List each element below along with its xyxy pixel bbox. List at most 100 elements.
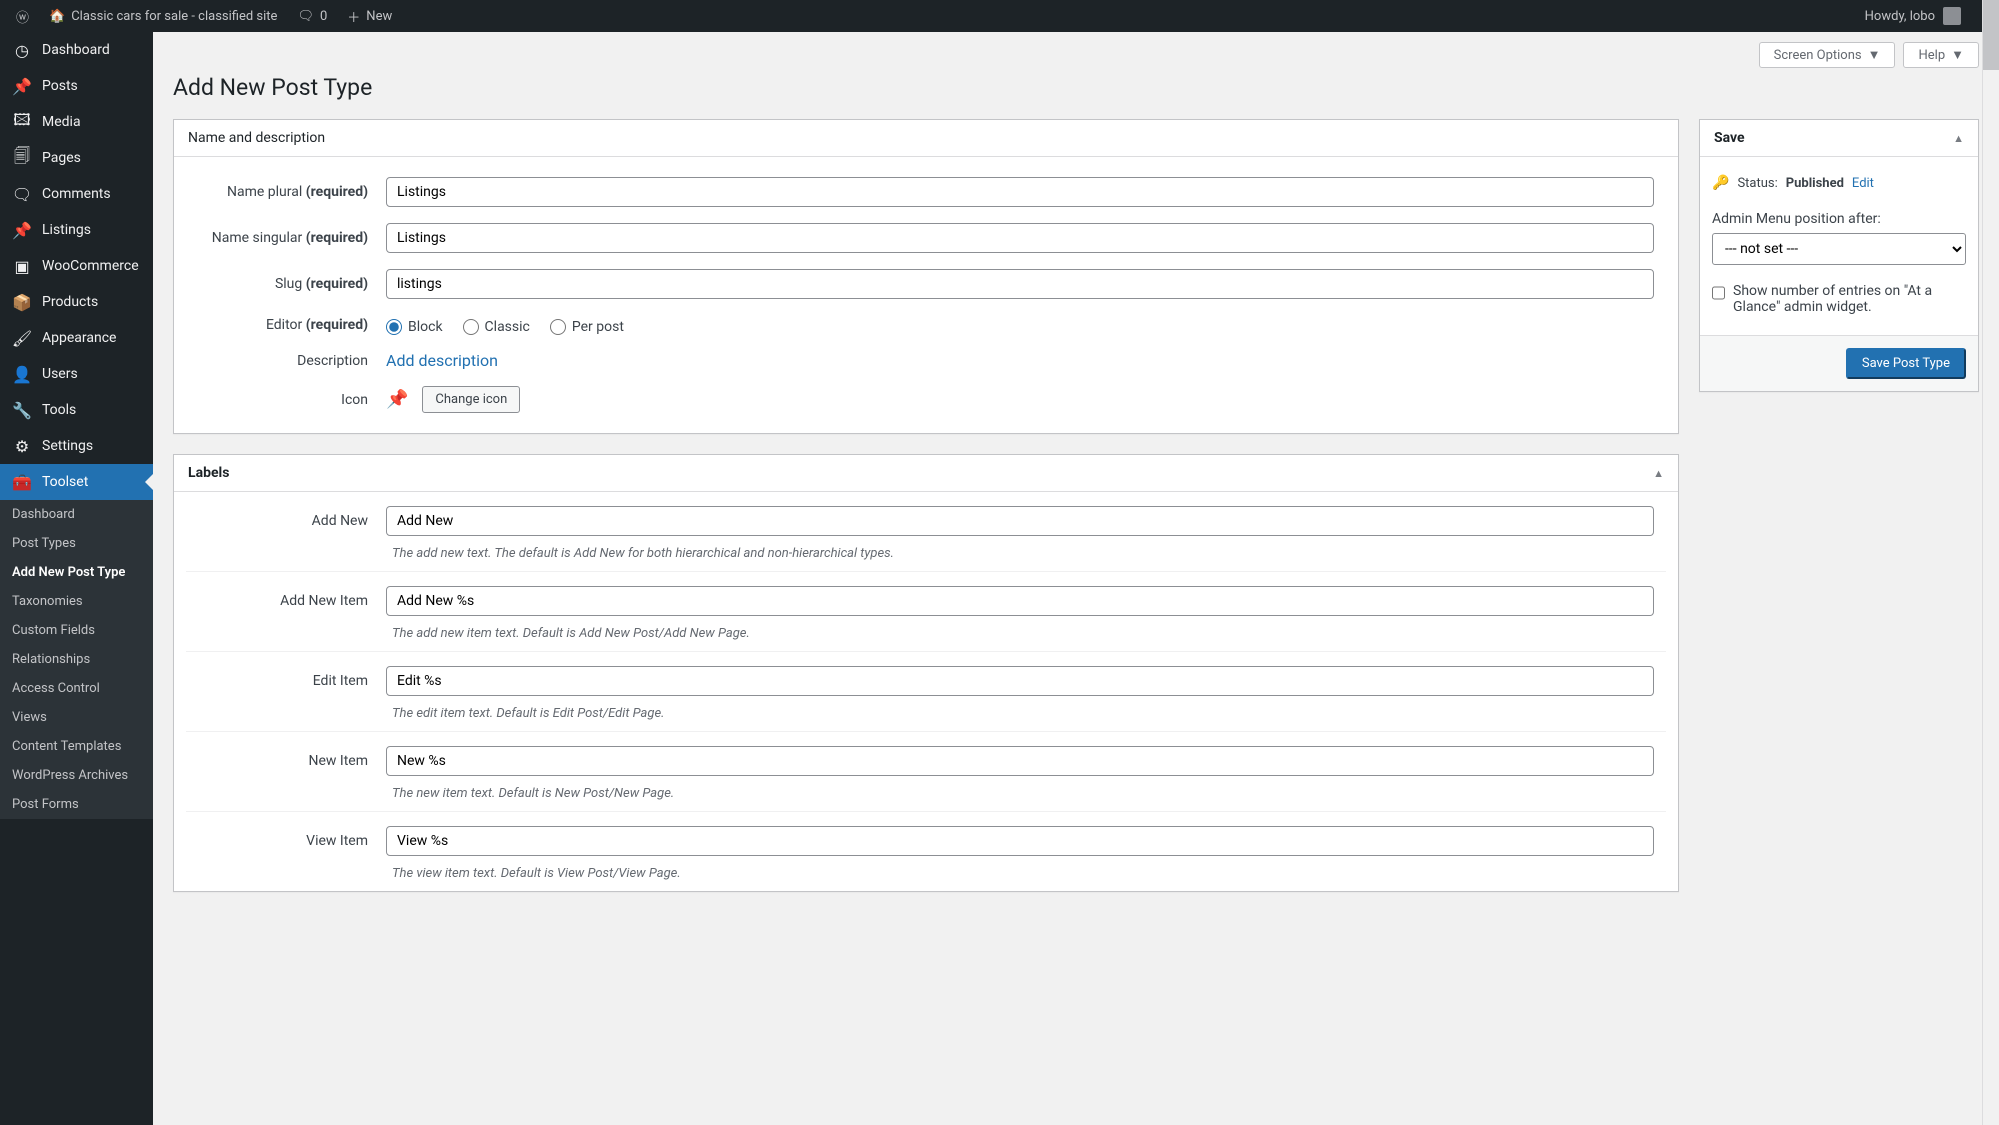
collapse-icon[interactable]: ▲ [1953, 132, 1964, 145]
labels-panel: Labels▲ Add New The add new text. The de… [173, 454, 1679, 892]
submenu-relationships[interactable]: Relationships [0, 645, 153, 674]
sidebar-label: Dashboard [42, 42, 110, 58]
comment-count: 0 [320, 9, 327, 24]
sidebar-item-appearance[interactable]: 🖌Appearance [0, 320, 153, 356]
label-help-text: The add new item text. Default is Add Ne… [392, 626, 750, 641]
label-help-text: The view item text. Default is View Post… [392, 866, 681, 881]
screen-options-button[interactable]: Screen Options ▼ [1759, 42, 1896, 68]
plus-icon: ＋ [347, 7, 360, 26]
sidebar-item-tools[interactable]: 🔧Tools [0, 392, 153, 428]
sidebar-item-posts[interactable]: 📌Posts [0, 68, 153, 104]
label-field-label: New Item [186, 753, 386, 769]
sidebar-item-pages[interactable]: 🗐Pages [0, 140, 153, 176]
name-plural-input[interactable] [386, 177, 1654, 207]
submenu-views[interactable]: Views [0, 703, 153, 732]
name-description-panel: Name and description Name plural (requir… [173, 119, 1679, 434]
save-post-type-button[interactable]: Save Post Type [1846, 348, 1966, 379]
submenu-wordpress-archives[interactable]: WordPress Archives [0, 761, 153, 790]
new-label: New [366, 9, 392, 24]
help-label: Help [1918, 48, 1945, 63]
submenu-post-types[interactable]: Post Types [0, 529, 153, 558]
sidebar-label: Products [42, 294, 98, 310]
submenu-custom-fields[interactable]: Custom Fields [0, 616, 153, 645]
description-label: Description [186, 353, 386, 369]
submenu-taxonomies[interactable]: Taxonomies [0, 587, 153, 616]
sidebar-label: Users [42, 366, 78, 382]
show-entries-checkbox[interactable]: Show number of entries on "At a Glance" … [1712, 275, 1966, 323]
edit-status-link[interactable]: Edit [1852, 176, 1874, 191]
scrollbar-thumb[interactable] [1983, 0, 1999, 70]
sidebar-item-settings[interactable]: ⚙ Settings [0, 428, 153, 464]
sidebar-item-products[interactable]: 📦 Products [0, 284, 153, 320]
help-button[interactable]: Help ▼ [1903, 42, 1979, 68]
wordpress-icon: ⓦ [16, 7, 29, 26]
sidebar-label: Listings [42, 222, 91, 238]
home-icon: 🏠 [49, 9, 65, 24]
panel-header[interactable]: Labels▲ [174, 455, 1678, 492]
greeting[interactable]: Howdy, lobo [1865, 9, 1935, 24]
name-singular-label: Name singular (required) [186, 230, 386, 246]
name-singular-input[interactable] [386, 223, 1654, 253]
media-icon: 🖾 [12, 112, 32, 132]
label-field-input[interactable] [386, 506, 1654, 536]
label-field-input[interactable] [386, 666, 1654, 696]
submenu-add-new-post-type[interactable]: Add New Post Type [0, 558, 153, 587]
brush-icon: 🖌 [12, 328, 32, 348]
dashboard-icon: ◷ [12, 40, 32, 60]
comments-link[interactable]: 🗨0 [289, 9, 335, 24]
collapse-icon[interactable]: ▲ [1653, 467, 1664, 480]
sidebar-label: WooCommerce [42, 258, 139, 274]
scrollbar[interactable] [1982, 0, 1999, 1125]
label-field-label: Add New Item [186, 593, 386, 609]
sidebar-label: Pages [42, 150, 81, 166]
label-field-label: Add New [186, 513, 386, 529]
menu-position-select[interactable]: --- not set --- [1712, 233, 1966, 265]
label-help-text: The edit item text. Default is Edit Post… [392, 706, 665, 721]
label-help-text: The new item text. Default is New Post/N… [392, 786, 674, 801]
submenu-dashboard[interactable]: Dashboard [0, 500, 153, 529]
editor-classic-radio[interactable]: Classic [463, 319, 530, 335]
panel-header: Name and description [174, 120, 1678, 157]
site-link[interactable]: 🏠Classic cars for sale - classified site [41, 9, 285, 24]
sidebar-item-dashboard[interactable]: ◷ Dashboard [0, 32, 153, 68]
sidebar-label: Media [42, 114, 81, 130]
gear-icon: ⚙ [12, 436, 32, 456]
editor-block-radio[interactable]: Block [386, 319, 443, 335]
sidebar-label: Settings [42, 438, 93, 454]
editor-perpost-radio[interactable]: Per post [550, 319, 624, 335]
change-icon-button[interactable]: Change icon [422, 386, 520, 413]
submenu-post-forms[interactable]: Post Forms [0, 790, 153, 819]
pin-icon: 📌 [12, 220, 32, 240]
wp-logo[interactable]: ⓦ [8, 7, 37, 26]
panel-title: Name and description [188, 130, 325, 146]
sidebar-label: Comments [42, 186, 111, 202]
comment-icon: 🗨 [297, 9, 314, 24]
panel-title: Save [1714, 130, 1745, 146]
avatar[interactable] [1943, 7, 1961, 25]
submenu-content-templates[interactable]: Content Templates [0, 732, 153, 761]
page-title: Add New Post Type [173, 74, 1979, 101]
label-field-input[interactable] [386, 586, 1654, 616]
new-link[interactable]: ＋ New [339, 7, 400, 26]
screen-options-label: Screen Options [1774, 48, 1862, 63]
label-field-label: Edit Item [186, 673, 386, 689]
sidebar-item-listings[interactable]: 📌 Listings [0, 212, 153, 248]
sidebar-item-comments[interactable]: 🗨Comments [0, 176, 153, 212]
status-label: Status: [1737, 176, 1777, 191]
checkbox-label: Show number of entries on "At a Glance" … [1733, 283, 1966, 315]
add-description-link[interactable]: Add description [386, 351, 498, 370]
posttype-icon: 📌 [386, 389, 408, 410]
sidebar-item-media[interactable]: 🖾 Media [0, 104, 153, 140]
submenu-access-control[interactable]: Access Control [0, 674, 153, 703]
label-field-input[interactable] [386, 826, 1654, 856]
slug-input[interactable] [386, 269, 1654, 299]
sidebar-item-users[interactable]: 👤 Users [0, 356, 153, 392]
products-icon: 📦 [12, 292, 32, 312]
user-icon: 👤 [12, 364, 32, 384]
caret-down-icon: ▼ [1951, 47, 1964, 63]
sidebar-item-woocommerce[interactable]: ▣WooCommerce [0, 248, 153, 284]
sidebar-item-toolset[interactable]: 🧰Toolset [0, 464, 153, 500]
panel-header[interactable]: Save ▲ [1700, 120, 1978, 157]
label-field-input[interactable] [386, 746, 1654, 776]
toolset-icon: 🧰 [12, 472, 32, 492]
